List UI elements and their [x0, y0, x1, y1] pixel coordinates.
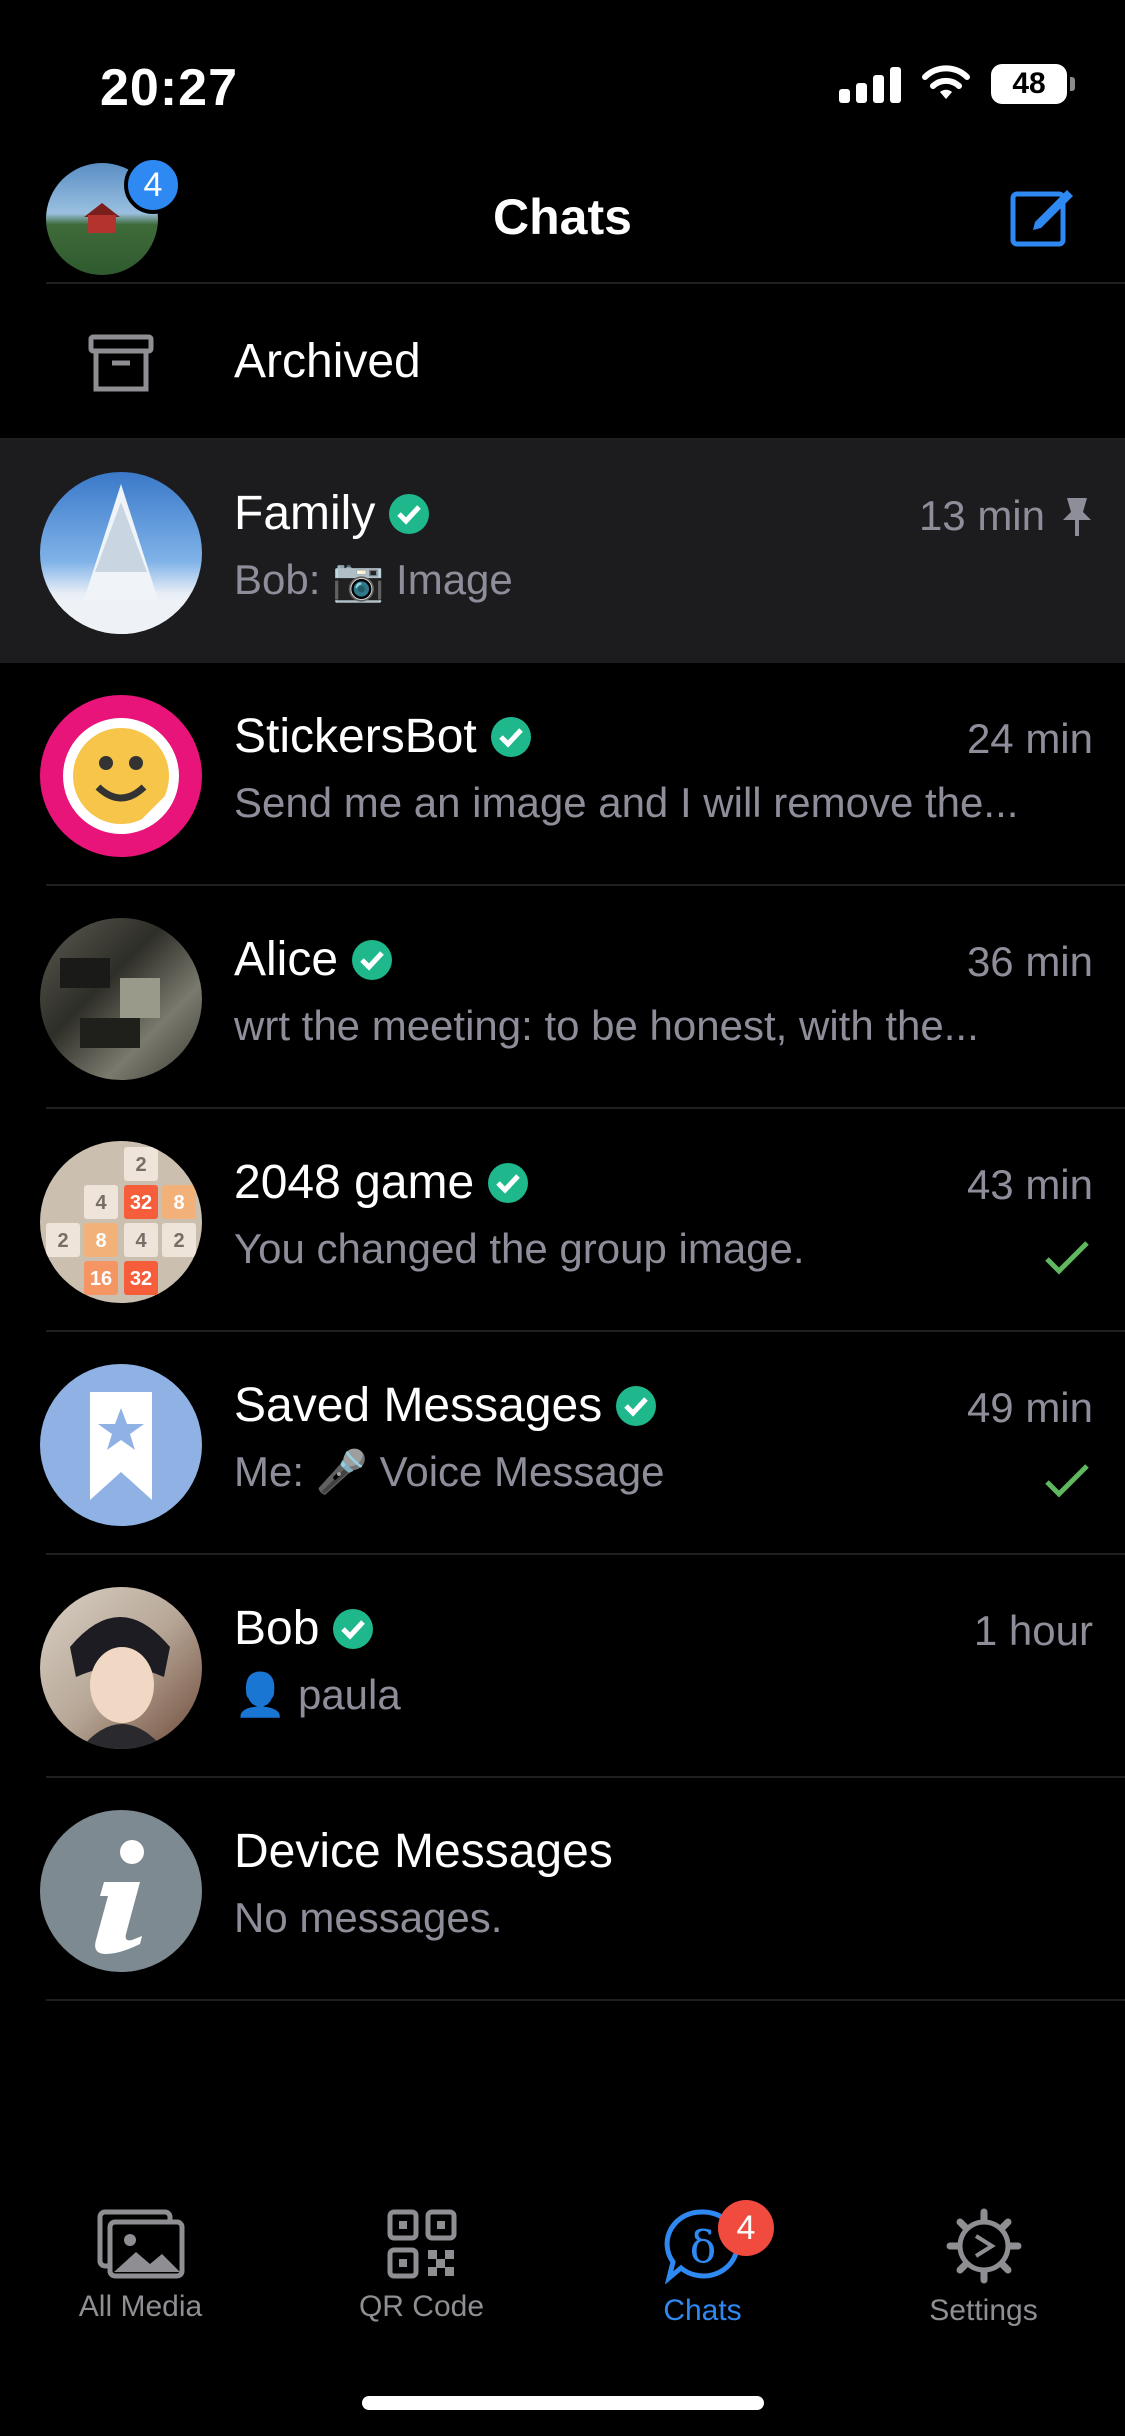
archive-icon — [88, 334, 154, 392]
chat-row-2048-game[interactable]: 2 4 32 8 2 8 4 2 16 32 2048 game 43 min … — [0, 1109, 1125, 1332]
chat-list: Family 13 min Bob: 📷 Image StickersBot 2… — [0, 440, 1125, 2001]
tab-label: Chats — [663, 2294, 742, 2327]
avatar: 2 4 32 8 2 8 4 2 16 32 — [40, 1141, 202, 1303]
chat-row-alice[interactable]: Alice 36 min wrt the meeting: to be hone… — [0, 886, 1125, 1109]
chat-time: 43 min — [966, 1161, 1093, 1208]
svg-text:4: 4 — [95, 1192, 107, 1214]
chat-time: 13 min — [918, 492, 1045, 539]
delivered-check-icon — [1045, 1241, 1089, 1275]
avatar — [40, 1587, 202, 1749]
chat-row-family[interactable]: Family 13 min Bob: 📷 Image — [0, 440, 1125, 663]
chat-name: Alice — [234, 933, 339, 986]
chat-preview: Bob: 📷 Image — [234, 556, 513, 603]
page-title: Chats — [493, 189, 632, 245]
verified-icon — [488, 1162, 529, 1203]
chat-name: Device Messages — [234, 1825, 613, 1878]
chat-preview: Me: 🎤 Voice Message — [234, 1448, 665, 1495]
status-bar: 20:27 48 — [0, 0, 1125, 150]
verified-icon — [352, 939, 393, 980]
svg-text:δ: δ — [689, 2222, 716, 2273]
header: 4 Chats — [0, 150, 1125, 282]
status-indicators: 48 — [839, 64, 1075, 104]
svg-text:32: 32 — [130, 1268, 152, 1290]
battery-indicator: 48 — [991, 64, 1075, 104]
chat-preview: wrt the meeting: to be honest, with the.… — [234, 1002, 979, 1049]
svg-text:4: 4 — [135, 1230, 147, 1252]
tab-all-media[interactable]: All Media — [0, 2180, 281, 2340]
tab-label: QR Code — [358, 2290, 485, 2323]
tab-bar: All Media QR Code δ 4 Chats Settings — [0, 2180, 1125, 2340]
tab-chats[interactable]: δ 4 Chats — [562, 2180, 843, 2340]
chat-row-device-messages[interactable]: Device Messages No messages. — [0, 1778, 1125, 2001]
tab-settings[interactable]: Settings — [843, 2180, 1124, 2340]
archived-row[interactable]: Archived — [0, 284, 1125, 438]
avatar — [40, 1364, 202, 1526]
chat-name: Saved Messages — [234, 1379, 603, 1432]
delivered-check-icon — [1045, 1464, 1089, 1498]
tab-label: Settings — [929, 2294, 1038, 2327]
chat-name: Family — [234, 487, 376, 540]
status-time: 20:27 — [100, 59, 238, 117]
svg-text:16: 16 — [90, 1268, 112, 1290]
chat-preview: No messages. — [234, 1894, 503, 1941]
svg-text:32: 32 — [130, 1192, 152, 1214]
media-icon — [97, 2209, 184, 2279]
svg-text:2: 2 — [173, 1230, 184, 1252]
chat-preview: You changed the group image. — [234, 1225, 805, 1272]
chats-unread-badge: 4 — [718, 2200, 774, 2256]
chat-name: Bob — [234, 1602, 320, 1655]
verified-icon — [333, 1608, 374, 1649]
chat-preview: 👤 paula — [234, 1671, 401, 1718]
chat-name: 2048 game — [234, 1156, 475, 1209]
chat-time: 49 min — [966, 1384, 1093, 1431]
qr-code-icon — [387, 2209, 456, 2279]
avatar — [40, 695, 202, 857]
compose-icon[interactable] — [1007, 180, 1077, 250]
tab-label: All Media — [78, 2290, 203, 2323]
verified-icon — [389, 493, 430, 534]
svg-text:8: 8 — [173, 1192, 184, 1214]
chat-name: StickersBot — [234, 710, 477, 763]
gear-icon — [946, 2208, 1021, 2284]
chat-time: 1 hour — [973, 1607, 1093, 1654]
chat-row-stickersbot[interactable]: StickersBot 24 min Send me an image and … — [0, 663, 1125, 886]
avatar — [40, 1810, 202, 1972]
tab-qr-code[interactable]: QR Code — [281, 2180, 562, 2340]
verified-icon — [490, 716, 531, 757]
chat-preview: Send me an image and I will remove the..… — [234, 779, 1019, 826]
home-indicator — [362, 2396, 764, 2410]
chat-time: 24 min — [966, 715, 1093, 762]
archived-label: Archived — [234, 335, 421, 388]
avatar — [40, 472, 202, 634]
verified-icon — [616, 1385, 657, 1426]
chat-time: 36 min — [966, 938, 1093, 985]
avatar — [40, 918, 202, 1080]
svg-text:2: 2 — [135, 1154, 146, 1176]
wifi-icon — [922, 65, 970, 99]
chat-row-saved-messages[interactable]: Saved Messages 49 min Me: 🎤 Voice Messag… — [0, 1332, 1125, 1555]
svg-text:2: 2 — [57, 1230, 68, 1252]
svg-text:8: 8 — [95, 1230, 106, 1252]
chat-row-bob[interactable]: Bob 1 hour 👤 paula — [0, 1555, 1125, 1778]
pin-icon — [1063, 498, 1091, 536]
signal-icon — [839, 65, 901, 103]
